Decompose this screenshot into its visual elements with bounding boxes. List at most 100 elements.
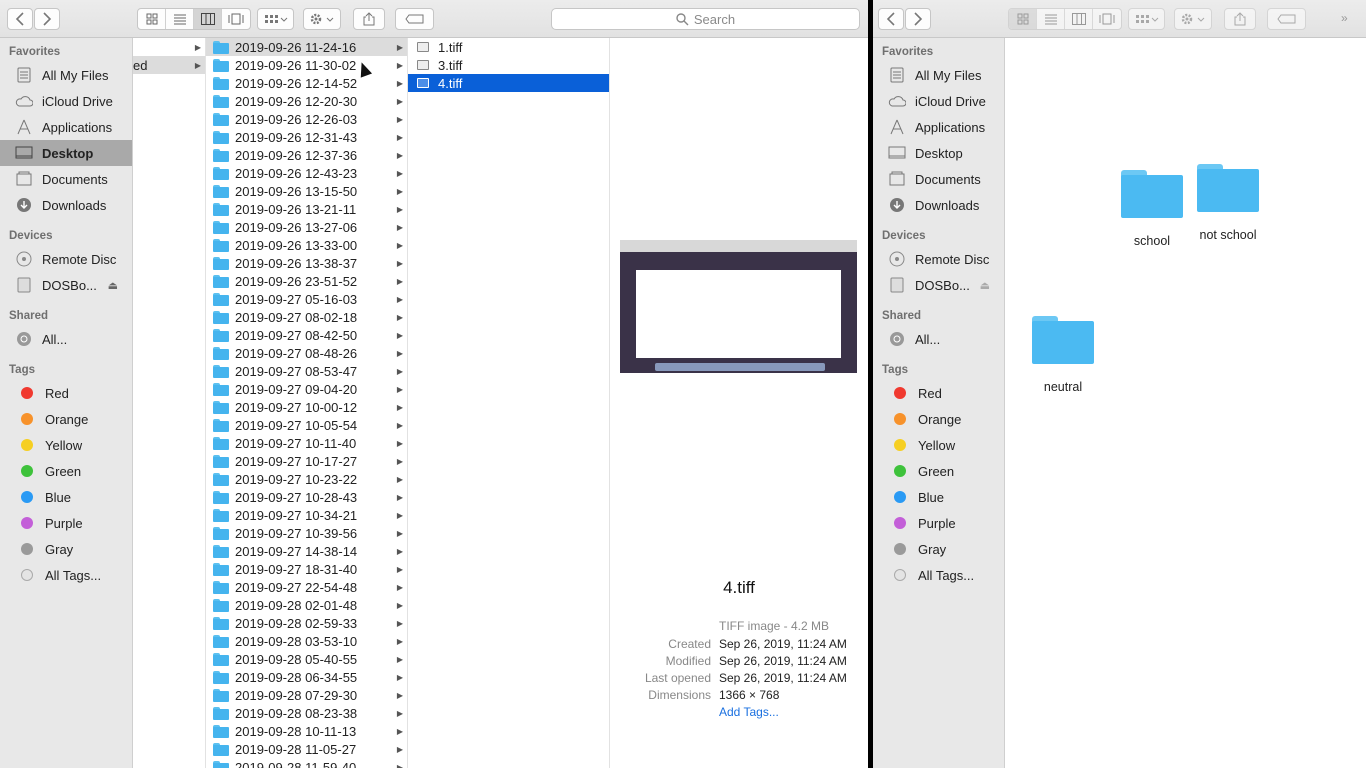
sidebar-tag-red[interactable]: Red <box>873 380 1004 406</box>
folder-row[interactable]: 2019-09-27 05-16-03 ▶ <box>206 290 407 308</box>
folder-row[interactable]: 2019-09-27 08-53-47 ▶ <box>206 362 407 380</box>
list-view-button[interactable] <box>166 9 194 29</box>
folder-row[interactable]: 2019-09-26 13-15-50 ▶ <box>206 182 407 200</box>
folder-row[interactable]: 2019-09-26 12-14-52 ▶ <box>206 74 407 92</box>
sidebar-item-desktop[interactable]: Desktop <box>873 140 1004 166</box>
column-view-button[interactable] <box>1065 9 1093 29</box>
file-item-selected[interactable]: 4.tiff <box>408 74 609 92</box>
back-button[interactable] <box>878 8 904 30</box>
sidebar-item-applications[interactable]: Applications <box>0 114 132 140</box>
sidebar-item-downloads[interactable]: Downloads <box>873 192 1004 218</box>
add-tags-link[interactable]: Add Tags... <box>719 705 779 719</box>
sidebar-item-remote-disc[interactable]: Remote Disc <box>873 246 1004 272</box>
folder-row[interactable]: 2019-09-28 10-11-13 ▶ <box>206 722 407 740</box>
folder-row[interactable]: 2019-09-27 18-31-40 ▶ <box>206 560 407 578</box>
action-button[interactable] <box>303 8 341 30</box>
sidebar-item-dosbox-drive[interactable]: DOSBo... ⏏ <box>873 272 1004 298</box>
folder-row[interactable]: 2019-09-28 05-40-55 ▶ <box>206 650 407 668</box>
sidebar-tag-orange[interactable]: Orange <box>0 406 132 432</box>
sidebar-tag-green[interactable]: Green <box>873 458 1004 484</box>
preview-thumbnail[interactable] <box>620 240 857 373</box>
sidebar-item-desktop[interactable]: Desktop <box>0 140 132 166</box>
sidebar-tag-green[interactable]: Green <box>0 458 132 484</box>
tag-button[interactable] <box>395 8 434 30</box>
list-view-button[interactable] <box>1037 9 1065 29</box>
sidebar-item-all-my-files[interactable]: All My Files <box>0 62 132 88</box>
folder-row[interactable]: 2019-09-27 08-42-50 ▶ <box>206 326 407 344</box>
forward-button[interactable] <box>34 8 60 30</box>
folder-row[interactable]: 2019-09-27 10-17-27 ▶ <box>206 452 407 470</box>
folder-row[interactable]: 2019-09-28 02-01-48 ▶ <box>206 596 407 614</box>
folder-row[interactable]: 2019-09-27 22-54-48 ▶ <box>206 578 407 596</box>
sidebar-item-documents[interactable]: Documents <box>0 166 132 192</box>
sidebar-item-dosbox-drive[interactable]: DOSBo... ⏏ <box>0 272 132 298</box>
folder-row[interactable]: 2019-09-26 11-30-02 ▶ <box>206 56 407 74</box>
folder-row[interactable]: 2019-09-27 10-39-56 ▶ <box>206 524 407 542</box>
folder-row[interactable]: 2019-09-28 08-23-38 ▶ <box>206 704 407 722</box>
list-item[interactable]: ed ▶ <box>133 56 205 74</box>
sidebar-item-shared-all[interactable]: All... <box>873 326 1004 352</box>
folder-row[interactable]: 2019-09-27 10-05-54 ▶ <box>206 416 407 434</box>
file-item[interactable]: 3.tiff <box>408 56 609 74</box>
sidebar-tag-red[interactable]: Red <box>0 380 132 406</box>
sidebar-tag-blue[interactable]: Blue <box>0 484 132 510</box>
sidebar-item-applications[interactable]: Applications <box>873 114 1004 140</box>
folder-row[interactable]: 2019-09-28 03-53-10 ▶ <box>206 632 407 650</box>
folder-row[interactable]: 2019-09-26 12-43-23 ▶ <box>206 164 407 182</box>
folder-row[interactable]: 2019-09-26 12-37-36 ▶ <box>206 146 407 164</box>
sidebar-tag-purple[interactable]: Purple <box>873 510 1004 536</box>
folder-row[interactable]: 2019-09-28 11-05-27 ▶ <box>206 740 407 758</box>
folder-row[interactable]: 2019-09-26 12-26-03 ▶ <box>206 110 407 128</box>
cover-flow-button[interactable] <box>1093 9 1121 29</box>
share-button[interactable] <box>1224 8 1256 30</box>
icon-view-button[interactable] <box>138 9 166 29</box>
folder-row[interactable]: 2019-09-26 13-21-11 ▶ <box>206 200 407 218</box>
list-item[interactable]: ▶ <box>133 38 205 56</box>
folder-row[interactable]: 2019-09-26 13-33-00 ▶ <box>206 236 407 254</box>
sidebar-tag-purple[interactable]: Purple <box>0 510 132 536</box>
folder-row[interactable]: 2019-09-27 09-04-20 ▶ <box>206 380 407 398</box>
search-input[interactable]: Search <box>551 8 860 30</box>
arrange-button[interactable] <box>1128 8 1165 30</box>
folder-row[interactable]: 2019-09-26 13-27-06 ▶ <box>206 218 407 236</box>
folder-row[interactable]: 2019-09-26 23-51-52 ▶ <box>206 272 407 290</box>
folder-row[interactable]: 2019-09-27 10-23-22 ▶ <box>206 470 407 488</box>
sidebar-tag-yellow[interactable]: Yellow <box>0 432 132 458</box>
sidebar-item-documents[interactable]: Documents <box>873 166 1004 192</box>
back-button[interactable] <box>7 8 33 30</box>
folder-school[interactable]: school <box>1112 170 1192 248</box>
sidebar-tag-all[interactable]: All Tags... <box>873 562 1004 588</box>
eject-icon[interactable]: ⏏ <box>980 279 990 292</box>
sidebar-item-downloads[interactable]: Downloads <box>0 192 132 218</box>
sidebar-item-icloud-drive[interactable]: iCloud Drive <box>0 88 132 114</box>
folder-row[interactable]: 2019-09-26 12-20-30 ▶ <box>206 92 407 110</box>
sidebar-tag-gray[interactable]: Gray <box>873 536 1004 562</box>
icon-view-button[interactable] <box>1009 9 1037 29</box>
sidebar-tag-orange[interactable]: Orange <box>873 406 1004 432</box>
folder-row[interactable]: 2019-09-27 14-38-14 ▶ <box>206 542 407 560</box>
eject-icon[interactable]: ⏏ <box>108 279 118 292</box>
folder-row[interactable]: 2019-09-27 10-00-12 ▶ <box>206 398 407 416</box>
toolbar-overflow-icon[interactable]: » <box>1341 11 1348 25</box>
folder-row[interactable]: 2019-09-27 10-28-43 ▶ <box>206 488 407 506</box>
folder-row[interactable]: 2019-09-28 11-59-40 ▶ <box>206 758 407 768</box>
folder-row[interactable]: 2019-09-27 08-48-26 ▶ <box>206 344 407 362</box>
sidebar-tag-blue[interactable]: Blue <box>873 484 1004 510</box>
cover-flow-button[interactable] <box>222 9 250 29</box>
sidebar-item-shared-all[interactable]: All... <box>0 326 132 352</box>
folder-row[interactable]: 2019-09-28 07-29-30 ▶ <box>206 686 407 704</box>
sidebar-item-icloud-drive[interactable]: iCloud Drive <box>873 88 1004 114</box>
file-item[interactable]: 1.tiff <box>408 38 609 56</box>
action-button[interactable] <box>1174 8 1212 30</box>
sidebar-tag-all[interactable]: All Tags... <box>0 562 132 588</box>
folder-row[interactable]: 2019-09-26 13-38-37 ▶ <box>206 254 407 272</box>
sidebar-item-remote-disc[interactable]: Remote Disc <box>0 246 132 272</box>
folder-row[interactable]: 2019-09-27 10-11-40 ▶ <box>206 434 407 452</box>
sidebar-tag-yellow[interactable]: Yellow <box>873 432 1004 458</box>
folder-neutral[interactable]: neutral <box>1023 316 1103 394</box>
sidebar-item-all-my-files[interactable]: All My Files <box>873 62 1004 88</box>
sidebar-tag-gray[interactable]: Gray <box>0 536 132 562</box>
folder-row[interactable]: 2019-09-26 12-31-43 ▶ <box>206 128 407 146</box>
share-button[interactable] <box>353 8 385 30</box>
tag-button[interactable] <box>1267 8 1306 30</box>
